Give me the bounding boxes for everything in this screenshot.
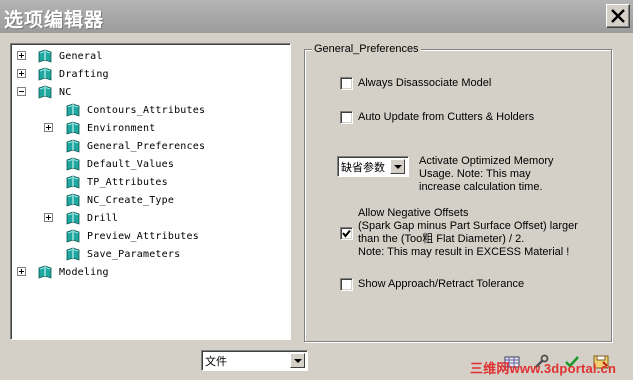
- book-icon: [66, 157, 80, 171]
- close-icon: [611, 9, 625, 23]
- chevron-down-icon: [394, 165, 402, 169]
- tree-item[interactable]: TP_Attributes: [65, 173, 168, 191]
- expand-icon[interactable]: [17, 69, 26, 78]
- book-icon: [66, 139, 80, 153]
- book-icon: [66, 175, 80, 189]
- negative-offsets-checkbox[interactable]: [340, 227, 353, 240]
- options-tree[interactable]: General Drafting NC Contours_Attributes Envi…: [10, 43, 291, 340]
- file-select[interactable]: 文件: [201, 350, 308, 371]
- tree-item[interactable]: Drill: [65, 209, 118, 227]
- expand-icon[interactable]: [17, 51, 26, 60]
- file-select-dropdown-button[interactable]: [290, 353, 305, 368]
- tree-item[interactable]: Save_Parameters: [65, 245, 180, 263]
- tree-item-label: Environment: [87, 122, 156, 134]
- memory-select-dropdown-button[interactable]: [390, 159, 405, 174]
- tree-item-label: TP_Attributes: [87, 176, 168, 188]
- tree-item-label: General_Preferences: [87, 140, 206, 152]
- expand-icon[interactable]: [44, 123, 53, 132]
- memory-text-line1: Activate Optimized Memory: [419, 155, 554, 167]
- book-icon: [38, 265, 52, 279]
- memory-text-line2: Usage. Note: This may: [419, 168, 531, 180]
- tree-item[interactable]: General_Preferences: [65, 137, 205, 155]
- title-bar: 选项编辑器: [0, 0, 633, 33]
- file-select-value: 文件: [205, 355, 227, 368]
- book-icon: [38, 85, 52, 99]
- tree-item-label: Save_Parameters: [87, 248, 181, 260]
- negative-offsets-line3: than the (Too粗 Flat Diameter) / 2.: [358, 233, 525, 245]
- tree-item-label: Drill: [87, 212, 119, 224]
- tree-item-label: Contours_Attributes: [87, 104, 206, 116]
- watermark: 三维网www.3dportal.cn: [470, 361, 617, 376]
- tree-item[interactable]: NC_Create_Type: [65, 191, 174, 209]
- tree-item-label: NC: [59, 86, 72, 98]
- tree-item[interactable]: Default_Values: [65, 155, 174, 173]
- book-icon: [38, 49, 52, 63]
- book-icon: [38, 67, 52, 81]
- show-tolerance-label: Show Approach/Retract Tolerance: [358, 278, 525, 290]
- tree-item-label: NC_Create_Type: [87, 194, 175, 206]
- tree-item-label: Preview_Attributes: [87, 230, 199, 242]
- book-icon: [66, 229, 80, 243]
- general-preferences-group: [304, 49, 612, 342]
- tree-item[interactable]: Environment: [65, 119, 155, 137]
- memory-select[interactable]: 缺省参数: [337, 156, 409, 177]
- always-disassociate-checkbox[interactable]: [340, 77, 353, 90]
- group-title: General_Preferences: [312, 43, 421, 55]
- auto-update-label: Auto Update from Cutters & Holders: [358, 111, 535, 123]
- book-icon: [66, 247, 80, 261]
- tree-item[interactable]: Modeling: [37, 263, 109, 281]
- chevron-down-icon: [294, 359, 302, 363]
- book-icon: [66, 211, 80, 225]
- memory-text-line3: increase calculation time.: [419, 181, 543, 193]
- always-disassociate-label: Always Disassociate Model: [358, 77, 492, 89]
- window-title: 选项编辑器: [4, 9, 105, 31]
- tree-item[interactable]: Contours_Attributes: [65, 101, 205, 119]
- tree-item[interactable]: General: [37, 47, 103, 65]
- tree-item-label: General: [59, 50, 103, 62]
- auto-update-checkbox[interactable]: [340, 111, 353, 124]
- memory-select-value: 缺省参数: [341, 161, 385, 174]
- negative-offsets-line1: Allow Negative Offsets: [358, 207, 469, 219]
- book-icon: [66, 193, 80, 207]
- negative-offsets-line4: Note: This may result in EXCESS Material…: [358, 246, 570, 258]
- tree-item[interactable]: Drafting: [37, 65, 109, 83]
- expand-icon[interactable]: [44, 213, 53, 222]
- tree-item-label: Modeling: [59, 266, 109, 278]
- negative-offsets-line2: (Spark Gap minus Part Surface Offset) la…: [358, 220, 578, 232]
- tree-item-label: Drafting: [59, 68, 109, 80]
- book-icon: [66, 103, 80, 117]
- tree-item[interactable]: NC: [37, 83, 71, 101]
- checkmark-icon: [342, 229, 351, 238]
- tree-item-label: Default_Values: [87, 158, 175, 170]
- tree-item[interactable]: Preview_Attributes: [65, 227, 199, 245]
- close-button[interactable]: [606, 4, 630, 28]
- collapse-icon[interactable]: [17, 87, 26, 96]
- expand-icon[interactable]: [17, 267, 26, 276]
- show-tolerance-checkbox[interactable]: [340, 278, 353, 291]
- book-icon: [66, 121, 80, 135]
